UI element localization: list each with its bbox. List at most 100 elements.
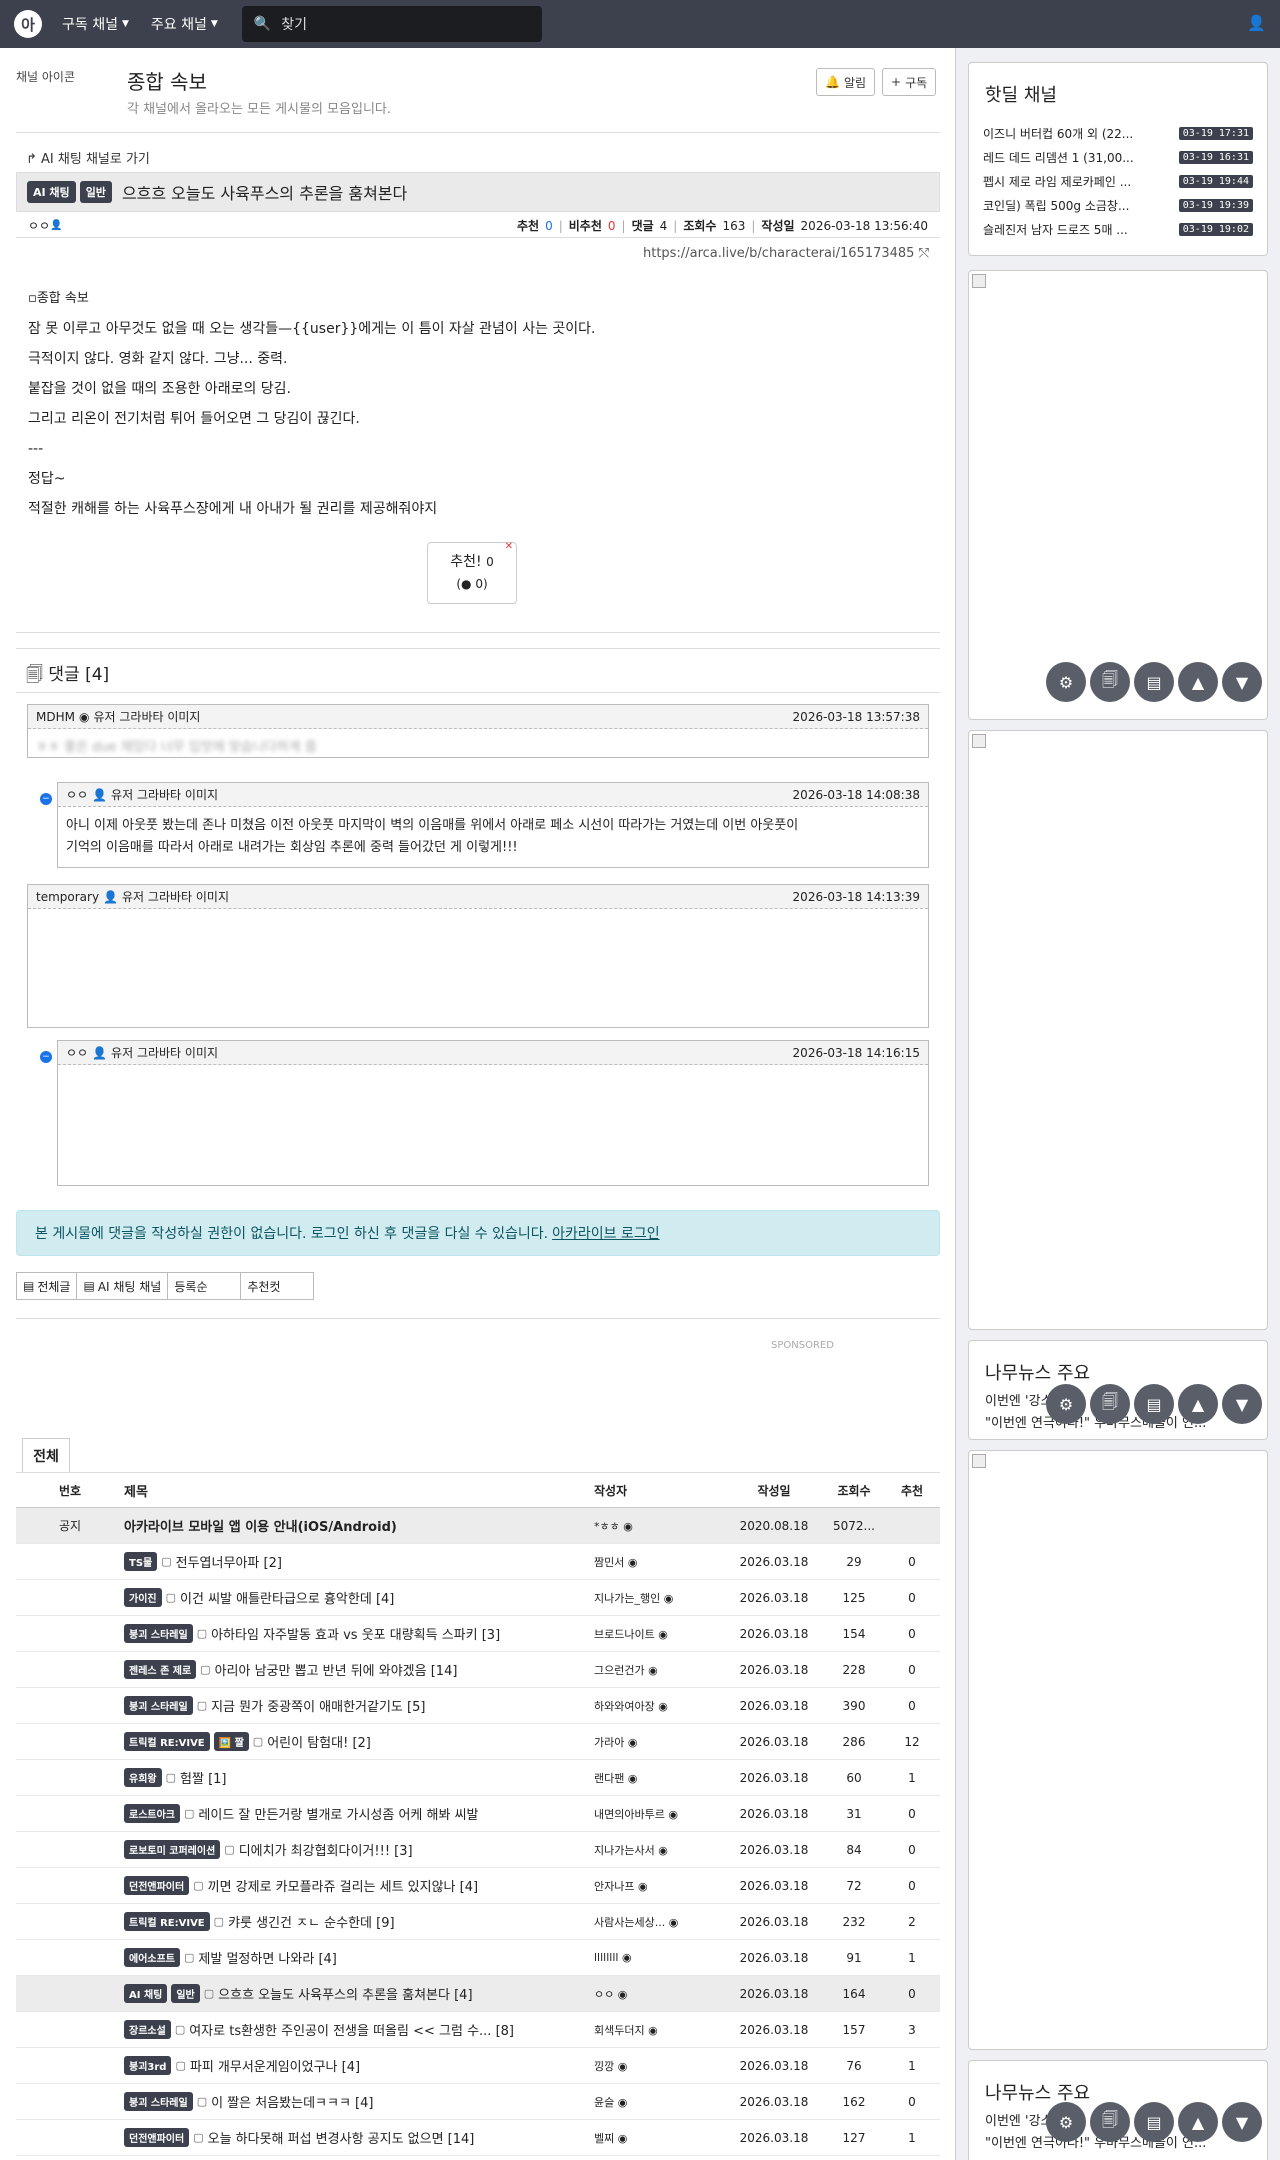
row-title[interactable]: AI 채팅 일반 ▢ 으흐흐 오늘도 사육푸스의 추론을 훔쳐본다 [4] [124,1984,594,2003]
site-logo[interactable]: 아 [14,10,42,38]
category-badge[interactable]: 트릭컬 RE:VIVE [124,1732,210,1751]
gear-icon[interactable]: ⚙ [1046,2102,1086,2142]
tab-all-posts[interactable]: ▤ 전체글 [16,1272,78,1300]
row-title[interactable]: 던전앤파이터 ▢ 끼면 강제로 카모플라쥬 걸리는 세트 있지않나 [4] [124,1876,594,1895]
table-row[interactable]: 유희왕 ▢ 험짤 [1] 랜다팬 ◉ 2026.03.18 60 1 [16,1760,940,1796]
close-icon[interactable]: ✕ [505,541,513,552]
row-author[interactable]: 가라아 ◉ [594,1734,724,1750]
table-row[interactable]: 트릭컬 RE:VIVE ▢ 캬룻 생긴건 ㅈㄴ 순수한데 [9] 사람사는세상... … [16,1904,940,1940]
major-channels-menu[interactable]: 주요 채널 ▼ [151,14,218,34]
widget-title[interactable]: 핫딜 채널 [985,81,1267,107]
chevron-up-icon[interactable]: ▲ [1178,662,1218,702]
post-author[interactable]: ㅇㅇ [28,217,50,234]
subscribed-channels-menu[interactable]: 구독 채널 ▼ [62,14,129,34]
row-title[interactable]: 로스트아크 ▢ 레이드 잘 만든거랑 별개로 가시성좀 어케 해봐 씨발 [124,1804,594,1823]
tab-all[interactable]: 전체 [22,1438,70,1472]
category-badge[interactable]: 트릭컬 RE:VIVE [124,1912,210,1931]
gear-icon[interactable]: ⚙ [1046,662,1086,702]
row-author[interactable]: 지나가는_행인 ◉ [594,1590,724,1606]
row-title[interactable]: 트릭컬 RE:VIVE ▢ 캬룻 생긴건 ㅈㄴ 순수한데 [9] [124,1912,594,1931]
row-author[interactable]: 랜다팬 ◉ [594,1770,724,1786]
chevron-down-icon[interactable]: ▼ [1222,1384,1262,1424]
row-author[interactable]: 벨찌 ◉ [594,2130,724,2146]
goto-channel-link[interactable]: ↱ AI 채팅 채널로 가기 [26,148,150,167]
table-row[interactable]: 장르소설 ▢ 여자로 ts환생한 주인공이 전생을 떠올림 << 그럼 수... [… [16,2012,940,2048]
gear-icon[interactable]: ⚙ [1046,1384,1086,1424]
category-badge[interactable]: 붕괴 스타레일 [124,1696,193,1715]
table-row[interactable]: TS물 ▢ 전두엽너무아파 [2] 짬민서 ◉ 2026.03.18 29 0 [16,1544,940,1580]
category-badge[interactable]: 장르소설 [124,2020,171,2039]
table-row[interactable]: 붕괴 스타레일 ▢ 지금 뭔가 중광쪽이 애매한거같기도 [5] 하와와여아장 ◉ 20… [16,1688,940,1724]
row-author[interactable]: 회색두더지 ◉ [594,2022,724,2038]
chevron-up-icon[interactable]: ▲ [1178,1384,1218,1424]
login-link[interactable]: 아카라이브 로그인 [552,1223,660,1243]
table-row[interactable]: 붕괴 스타레일 ▢ 이 짤은 처음봤는데ㅋㅋㅋ [4] 윤슬 ◉ 2026.03.18 1… [16,2084,940,2120]
category-badge[interactable]: 던전앤파이터 [124,1876,190,1895]
vote-button[interactable]: ✕ 추천! 0 (● 0) [427,541,517,604]
row-author[interactable]: *ㅎㅎ ◉ [594,1518,724,1534]
subscribe-button[interactable]: + 구독 [882,68,937,96]
comments-icon[interactable]: 🗐 [1090,2102,1130,2142]
row-author[interactable]: 지나가는사서 ◉ [594,1842,724,1858]
share-icon[interactable]: ⤲ [919,246,929,261]
list-icon[interactable]: ▤ [1134,662,1174,702]
list-icon[interactable]: ▤ [1134,1384,1174,1424]
table-row[interactable]: 로보토미 코퍼레이션 ▢ 디에치가 최강협회다이거!!! [3] 지나가는사서 ◉ 20… [16,1832,940,1868]
tab-channel[interactable]: ▤ AI 채팅 채널 [76,1272,169,1300]
row-author[interactable]: 짬민서 ◉ [594,1554,724,1570]
category-badge[interactable]: 젠레스 존 제로 [124,1660,197,1679]
table-row[interactable]: AI 채팅 일반 ▢ 으흐흐 오늘도 사육푸스의 추론을 훔쳐본다 [4] ㅇㅇ ◉ 20… [16,1976,940,2012]
comment-author[interactable]: ㅇㅇ [66,786,88,803]
hotdeal-item[interactable]: 코인딜) 폭립 500g 소금창... 03-19 19:39 [969,193,1267,217]
row-author[interactable]: 내면의아바투르 ◉ [594,1806,724,1822]
comments-icon[interactable]: 🗐 [1090,1384,1130,1424]
row-title[interactable]: 붕괴 스타레일 ▢ 아하타임 자주발동 효과 vs 웃포 대량획득 스파키 [3] [124,1624,594,1643]
row-title[interactable]: 젠레스 존 제로 ▢ 아리아 남궁만 뽑고 반년 뒤에 와야겠음 [14] [124,1660,594,1679]
comment-author[interactable]: ㅇㅇ [66,1044,88,1061]
row-author[interactable]: llllllll ◉ [594,1951,724,1964]
category-badge[interactable]: TS물 [124,1552,158,1571]
row-title[interactable]: 트릭컬 RE:VIVE 🖼️ 짤 ▢ 어린이 탐험대! [2] [124,1732,594,1751]
category-badge[interactable]: 유희왕 [124,1768,162,1787]
hotdeal-item[interactable]: 슬레진저 남자 드로즈 5매 ... 03-19 19:02 [969,217,1267,241]
table-row[interactable]: 젠레스 존 제로 ▢ 아리아 남궁만 뽑고 반년 뒤에 와야겠음 [14] 그으런건가… [16,1652,940,1688]
row-title[interactable]: 에어소프트 ▢ 제발 멀정하면 나와라 [4] [124,1948,594,1967]
row-author[interactable]: ㅇㅇ ◉ [594,1986,724,2002]
row-title[interactable]: 붕괴 스타레일 ▢ 지금 뭔가 중광쪽이 애매한거같기도 [5] [124,1696,594,1715]
row-title[interactable]: TS물 ▢ 전두엽너무아파 [2] [124,1552,594,1571]
table-row[interactable]: 가이진 ▢ 이건 씨발 애틀란타급으로 흉악한데 [4] 지나가는_행인 ◉ 2026.… [16,1580,940,1616]
row-title[interactable]: 아카라이브 모바일 앱 이용 안내(iOS/Android) [124,1516,594,1535]
comments-icon[interactable]: 🗐 [1090,662,1130,702]
table-row[interactable]: 붕괴 스타레일 ▢ 아하타임 자주발동 효과 vs 웃포 대량획득 스파키 [3] 브… [16,1616,940,1652]
category-badge[interactable]: 가이진 [124,1588,162,1607]
search-input[interactable]: 🔍 찾기 [241,6,542,42]
tab-sort-recommended[interactable]: 추천컷 [240,1272,315,1300]
board-title[interactable]: 종합 속보 [127,66,207,95]
table-row[interactable]: 던전앤파이터 ▢ 끼면 강제로 카모플라쥬 걸리는 세트 있지않나 [4] 안자나프 … [16,1868,940,1904]
comment-author[interactable]: temporary [36,890,99,904]
category-badge[interactable]: 에어소프트 [124,1948,180,1967]
tab-sort-registered[interactable]: 등록순 [167,1272,242,1300]
hotdeal-item[interactable]: 레드 데드 리뎀션 1 (31,00... 03-19 16:31 [969,145,1267,169]
row-author[interactable]: 하와와여아장 ◉ [594,1698,724,1714]
category-badge[interactable]: 붕괴3rd [124,2056,172,2075]
post-url[interactable]: https://arca.live/b/characterai/16517348… [643,246,929,261]
row-author[interactable]: 윤슬 ◉ [594,2094,724,2110]
category-badge[interactable]: 로보토미 코퍼레이션 [124,1840,221,1859]
row-title[interactable]: 가이진 ▢ 이건 씨발 애틀란타급으로 흉악한데 [4] [124,1588,594,1607]
table-row[interactable]: 트릭컬 RE:VIVE 🖼️ 짤 ▢ 어린이 탐험대! [2] 가라아 ◉ 2026.03… [16,1724,940,1760]
row-author[interactable]: 낑깡 ◉ [594,2058,724,2074]
chevron-down-icon[interactable]: ▼ [1222,662,1262,702]
category-badge[interactable]: 일반 [79,181,112,203]
category-badge[interactable]: 던전앤파이터 [124,2128,190,2147]
category-badge[interactable]: AI 채팅 [124,1984,168,2003]
comment-author[interactable]: MDHM [36,710,75,724]
row-title[interactable]: 붕괴3rd ▢ 파피 개무서운게임이었구나 [4] [124,2056,594,2075]
row-author[interactable]: 사람사는세상... ◉ [594,1914,724,1930]
row-author[interactable]: 그으런건가 ◉ [594,1662,724,1678]
category-badge[interactable]: 붕괴 스타레일 [124,2092,193,2111]
list-icon[interactable]: ▤ [1134,2102,1174,2142]
category-badge[interactable]: 로스트아크 [124,1804,180,1823]
table-row[interactable]: 에어소프트 ▢ 제발 멀정하면 나와라 [4] llllllll ◉ 2026.03.1… [16,1940,940,1976]
row-author[interactable]: 안자나프 ◉ [594,1878,724,1894]
